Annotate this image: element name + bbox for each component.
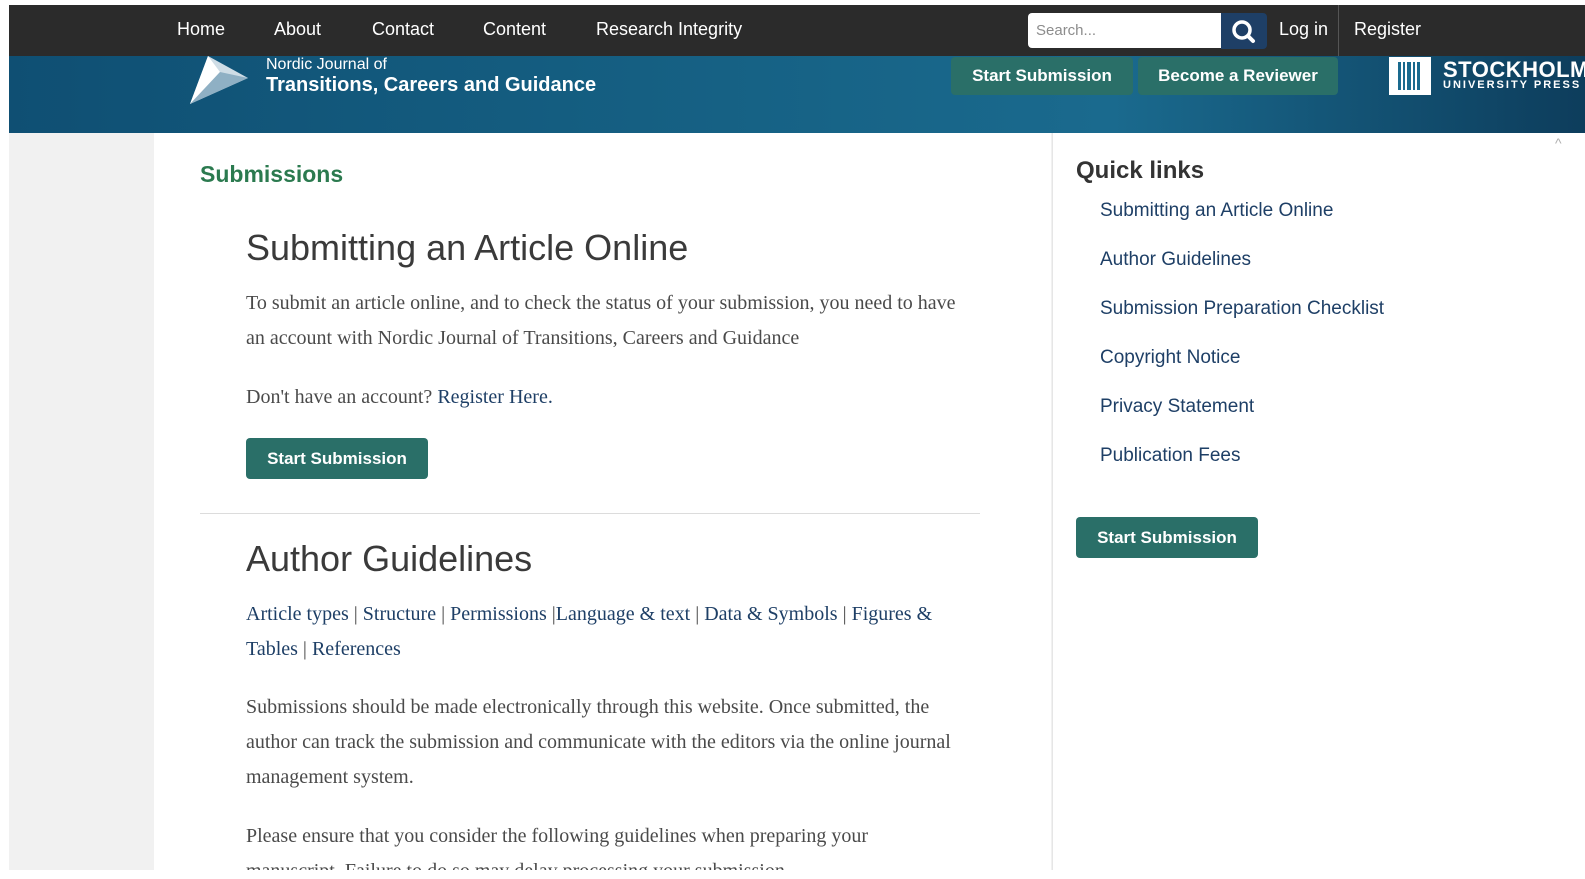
guideline-links: Article types | Structure | Permissions … [246, 603, 933, 660]
no-account-text: Don't have an account? [246, 386, 433, 408]
become-reviewer-button[interactable]: Become a Reviewer [1138, 57, 1338, 95]
quick-links-sidebar: Quick links Submitting an Article Online… [1052, 133, 1585, 870]
link-permissions[interactable]: Permissions [450, 603, 547, 625]
publisher-logo-icon[interactable] [1389, 57, 1431, 95]
link-data-symbols[interactable]: Data & Symbols [704, 603, 837, 625]
sidebar-start-submission-button[interactable]: Start Submission [1076, 517, 1258, 558]
login-link[interactable]: Log in [1279, 19, 1328, 40]
search-icon [1232, 20, 1255, 43]
quick-link-privacy[interactable]: Privacy Statement [1100, 396, 1254, 418]
section-heading-submitting: Submitting an Article Online [246, 227, 689, 268]
publisher-subtitle: UNIVERSITY PRESS [1443, 79, 1582, 91]
quick-links-title: Quick links [1076, 157, 1205, 184]
link-article-types[interactable]: Article types [246, 603, 349, 625]
scroll-up-icon[interactable]: ^ [1555, 135, 1562, 151]
journal-logo-icon[interactable] [190, 56, 250, 106]
nav-research-integrity[interactable]: Research Integrity [596, 19, 742, 40]
link-references[interactable]: References [312, 638, 401, 660]
quick-link-copyright[interactable]: Copyright Notice [1100, 347, 1240, 369]
register-link[interactable]: Register [1354, 19, 1421, 40]
nav-separator [1338, 5, 1339, 56]
quick-link-submitting[interactable]: Submitting an Article Online [1100, 200, 1333, 222]
start-submission-button[interactable]: Start Submission [246, 438, 428, 479]
submit-intro-text: To submit an article online, and to chec… [246, 292, 956, 349]
link-structure[interactable]: Structure [363, 603, 436, 625]
link-language-text[interactable]: Language & text [556, 603, 690, 625]
journal-name-line2[interactable]: Transitions, Careers and Guidance [266, 74, 596, 97]
quick-link-fees[interactable]: Publication Fees [1100, 445, 1240, 467]
page-title: Submissions [200, 161, 344, 187]
section-divider [200, 513, 980, 514]
main-content: Submissions Submitting an Article Online… [154, 133, 1051, 870]
nav-home[interactable]: Home [177, 19, 225, 40]
guidelines-note-text: Please ensure that you consider the foll… [246, 825, 869, 870]
quick-link-author-guidelines[interactable]: Author Guidelines [1100, 249, 1251, 271]
search-button[interactable] [1221, 13, 1267, 49]
nav-about[interactable]: About [274, 19, 321, 40]
submission-info-text: Submissions should be made electronicall… [246, 696, 951, 788]
nav-contact[interactable]: Contact [372, 19, 434, 40]
quick-link-checklist[interactable]: Submission Preparation Checklist [1100, 298, 1384, 320]
section-heading-author-guidelines: Author Guidelines [246, 538, 533, 579]
register-here-link[interactable]: Register Here. [437, 386, 553, 408]
search-input[interactable] [1028, 13, 1221, 48]
top-navigation: Home About Contact Content Research Inte… [9, 5, 1585, 56]
journal-name-line1[interactable]: Nordic Journal of [266, 56, 387, 74]
no-account-line: Don't have an account? Register Here. [246, 380, 966, 415]
nav-content[interactable]: Content [483, 19, 546, 40]
header-start-submission-button[interactable]: Start Submission [951, 57, 1133, 95]
header-banner: Nordic Journal of Transitions, Careers a… [9, 56, 1585, 133]
browser-viewport: Home About Contact Content Research Inte… [9, 5, 1585, 870]
